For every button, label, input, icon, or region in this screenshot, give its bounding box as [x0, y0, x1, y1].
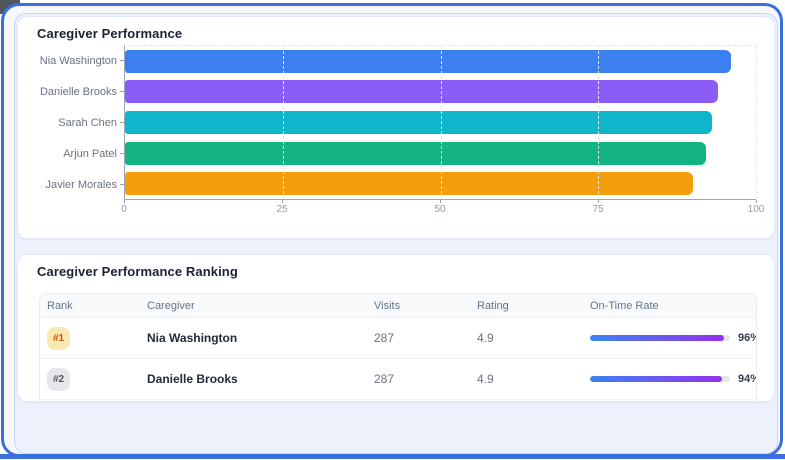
gridline [756, 46, 757, 199]
x-axis-tick-label: 75 [592, 204, 604, 215]
x-axis-tick-label: 50 [434, 204, 446, 215]
x-axis-tickmark [440, 200, 441, 203]
table-row: #1 Nia Washington 287 4.9 96% [40, 317, 756, 358]
column-header: Rating [477, 299, 509, 312]
chart-bar[interactable] [125, 141, 706, 165]
y-axis-label: Javier Morales [18, 169, 124, 200]
on-time-percentage: 94% [738, 373, 756, 385]
ranking-table: Rank Caregiver Visits Rating On-Time Rate #1… [39, 293, 757, 401]
chart-bar[interactable] [125, 49, 731, 73]
column-header: Rank [47, 299, 73, 312]
dashboard-panel: Caregiver Performance Nia Washington Dani… [14, 13, 778, 454]
chart-bar[interactable] [125, 80, 719, 104]
rating-value: 4.9 [477, 372, 494, 386]
y-axis-label-text: Arjun Patel [63, 147, 117, 160]
y-axis-label: Danielle Brooks [18, 76, 124, 107]
y-axis-label: Nia Washington [18, 45, 124, 76]
x-axis-tick-label: 25 [276, 204, 288, 215]
on-time-progress-fill [590, 335, 725, 341]
bar-chart [124, 45, 757, 200]
on-time-progress-track [590, 376, 730, 382]
x-axis-tickmark [756, 200, 757, 203]
y-axis-labels: Nia Washington Danielle Brooks Sarah Chen A… [18, 45, 124, 200]
caregiver-performance-card: Caregiver Performance Nia Washington Dani… [17, 16, 775, 239]
rank-cell: #1 [40, 326, 140, 350]
chart-title: Caregiver Performance [37, 26, 183, 41]
column-header: Caregiver [147, 299, 195, 312]
rank-badge: #1 [47, 326, 70, 350]
x-axis-tickmark [124, 200, 125, 203]
caregiver-name: Danielle Brooks [147, 372, 238, 386]
chart-bar[interactable] [125, 110, 712, 134]
gridline [282, 46, 284, 199]
gridline [598, 46, 600, 199]
x-axis-tickmark [598, 200, 599, 203]
y-axis-label: Arjun Patel [18, 138, 124, 169]
on-time-cell: 94% [583, 373, 756, 385]
gridline [440, 46, 442, 199]
y-axis-label-text: Javier Morales [45, 178, 117, 191]
x-axis-tick-label: 0 [121, 204, 127, 215]
x-axis-tick-label: 100 [747, 204, 765, 215]
table-row: #3 [40, 399, 756, 401]
table-row: #2 Danielle Brooks 287 4.9 94% [40, 358, 756, 399]
app-frame: Caregiver Performance Nia Washington Dani… [1, 3, 783, 457]
caregiver-name: Nia Washington [147, 331, 238, 345]
table-header-row: Rank Caregiver Visits Rating On-Time Rate [40, 294, 756, 317]
x-axis: 0 25 50 75 100 [121, 200, 764, 215]
ranking-title: Caregiver Performance Ranking [37, 264, 238, 279]
y-axis-label: Sarah Chen [18, 107, 124, 138]
column-header: On-Time Rate [590, 299, 659, 312]
y-axis-label-text: Sarah Chen [58, 116, 117, 129]
rating-value: 4.9 [477, 331, 494, 345]
visits-value: 287 [374, 331, 395, 345]
y-axis-label-text: Nia Washington [39, 54, 117, 67]
on-time-cell: 96% [583, 332, 756, 344]
on-time-progress-track [590, 335, 730, 341]
rank-cell: #2 [40, 367, 140, 391]
visits-value: 287 [374, 372, 395, 386]
y-axis-label-text: Danielle Brooks [39, 85, 117, 98]
on-time-progress-fill [590, 376, 722, 382]
on-time-percentage: 96% [738, 332, 756, 344]
chart-bar[interactable] [125, 172, 693, 196]
x-axis-tickmark [282, 200, 283, 203]
rank-badge: #2 [47, 367, 70, 391]
caregiver-ranking-card: Caregiver Performance Ranking Rank Caregi… [17, 254, 775, 402]
table-body: #1 Nia Washington 287 4.9 96% #2 Danielle Broo… [40, 317, 756, 401]
column-header: Visits [374, 299, 401, 312]
